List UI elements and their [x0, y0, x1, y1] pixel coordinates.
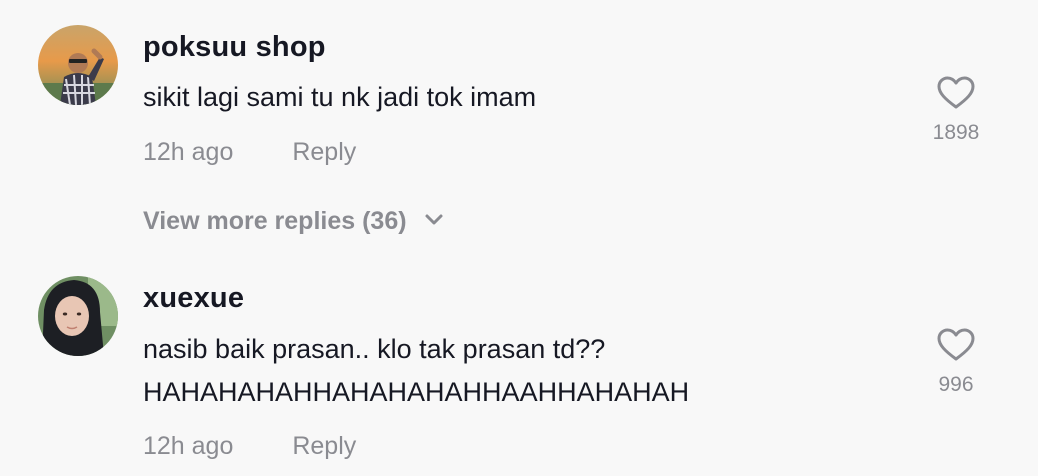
comment-meta: 12h ago Reply — [143, 138, 356, 167]
reply-button[interactable]: Reply — [292, 432, 356, 460]
avatar[interactable] — [38, 276, 118, 356]
heart-icon — [937, 328, 975, 361]
comment-text: sikit lagi sami tu nk jadi tok imam — [143, 76, 536, 119]
comment-timestamp: 12h ago — [143, 138, 234, 166]
comment-username[interactable]: poksuu shop — [143, 31, 326, 64]
like-count: 1898 — [932, 121, 980, 144]
comment-meta: 12h ago Reply — [143, 432, 356, 461]
like-button[interactable]: 1898 — [906, 76, 1006, 145]
chevron-down-icon — [425, 214, 443, 225]
view-more-replies-button[interactable]: View more replies (36) — [143, 207, 444, 236]
comment-item: xuexue nasib baik prasan.. klo tak prasa… — [0, 260, 1038, 476]
reply-button[interactable]: Reply — [292, 138, 356, 166]
like-button[interactable]: 996 — [906, 328, 1006, 397]
avatar[interactable] — [38, 25, 118, 105]
comment-text-line: HAHAHAHAHHAHAHAHAHHAAHHAHAHAH — [143, 377, 690, 407]
comment-item: poksuu shop sikit lagi sami tu nk jadi t… — [0, 0, 1038, 200]
like-count: 996 — [938, 373, 974, 396]
comment-timestamp: 12h ago — [143, 432, 234, 460]
comment-text-line: nasib baik prasan.. klo tak prasan td?? — [143, 334, 606, 364]
comment-text: nasib baik prasan.. klo tak prasan td?? … — [143, 328, 689, 414]
comment-text-line: sikit lagi sami tu nk jadi tok imam — [143, 82, 537, 112]
comment-username[interactable]: xuexue — [143, 282, 244, 315]
view-more-replies-label: View more replies (36) — [143, 207, 407, 235]
heart-icon — [937, 76, 975, 109]
